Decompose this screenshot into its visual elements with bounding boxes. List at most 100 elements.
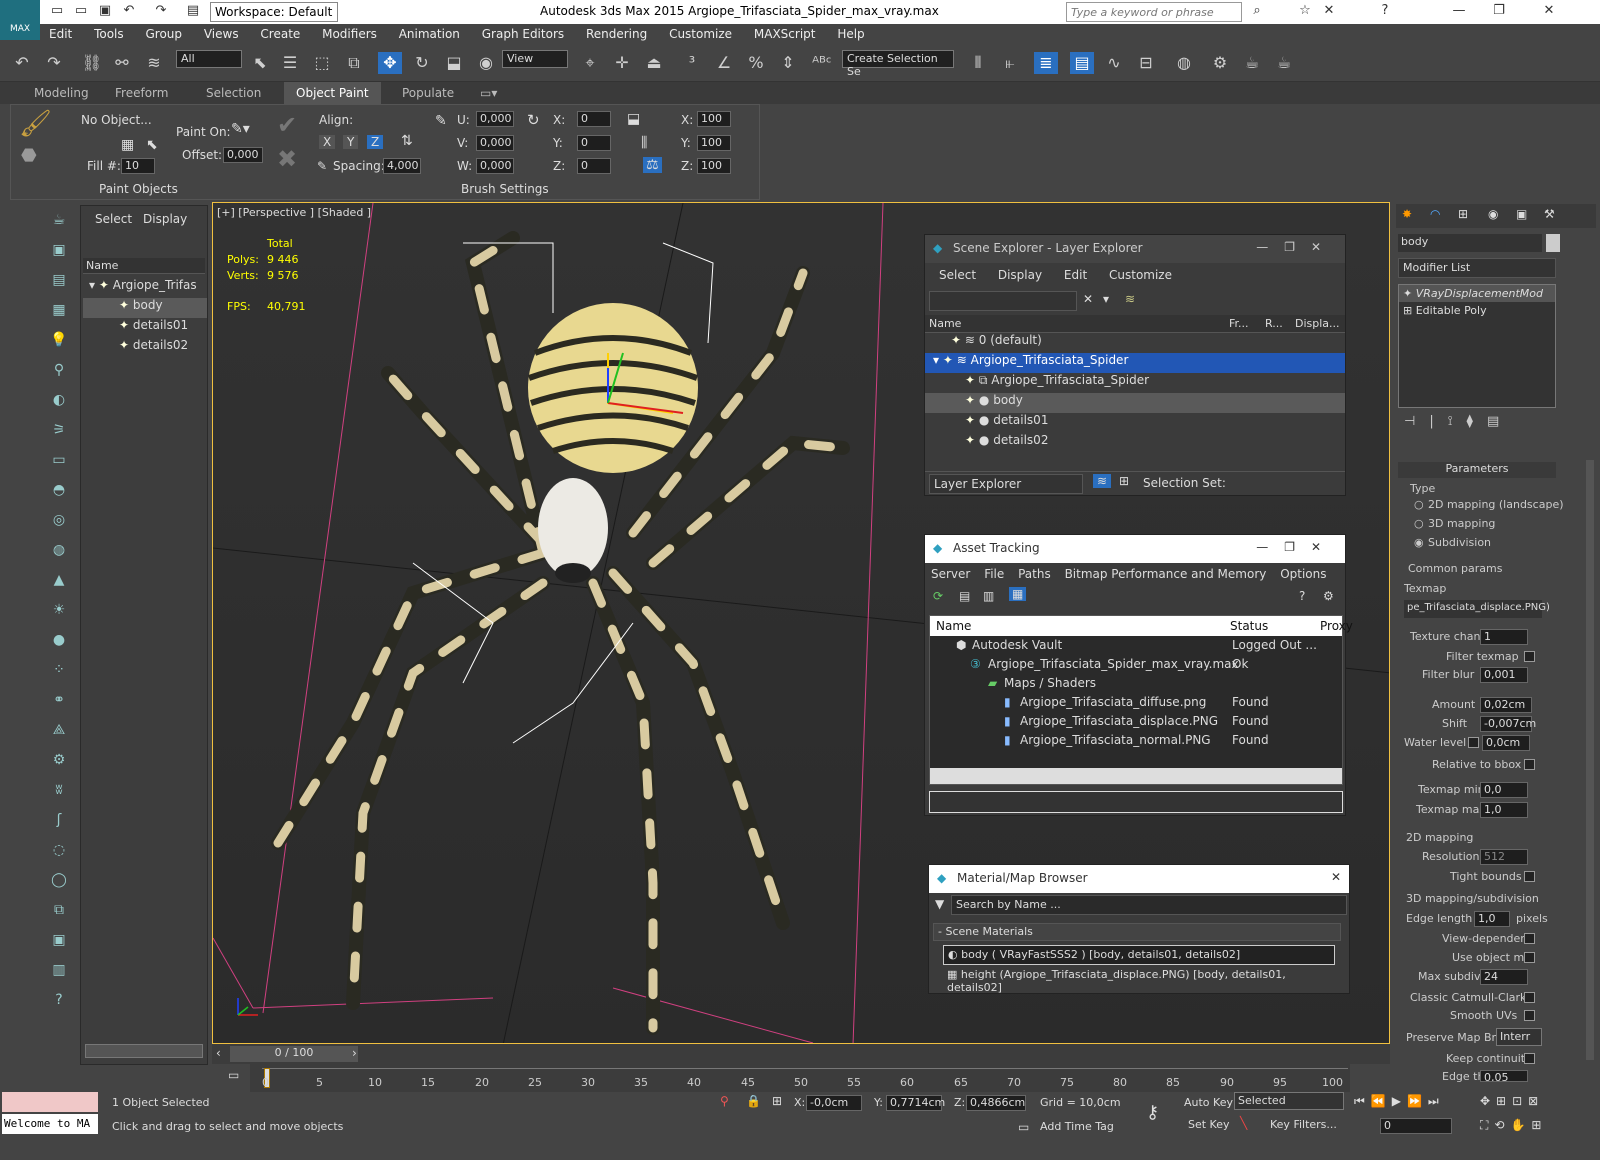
table-row[interactable]: ▮ Argiope_Trifasciata_displace.PNG Found xyxy=(930,712,1342,731)
col-status[interactable]: Status xyxy=(1230,619,1268,633)
select-by-name-icon[interactable]: ☰ xyxy=(278,52,302,74)
render-view-icon[interactable]: ⧉ xyxy=(44,895,74,925)
light-bulb-icon[interactable]: ✦ xyxy=(943,353,953,367)
options-icon[interactable]: ⚙ xyxy=(1323,589,1334,603)
asset-menu-item[interactable]: File xyxy=(984,567,1004,581)
torus-icon[interactable]: ◎ xyxy=(44,505,74,535)
window-crossing-icon[interactable]: ⧉ xyxy=(342,52,366,74)
curve-editor-icon[interactable]: ∿ xyxy=(1102,52,1126,74)
menu-item[interactable]: Graph Editors xyxy=(473,24,573,44)
rot-y-input[interactable]: 0 xyxy=(577,135,611,151)
col-freeze[interactable]: Fr... xyxy=(1229,317,1249,330)
undo-icon[interactable]: ↶ xyxy=(10,52,34,74)
tree-item[interactable]: ✦ details02 xyxy=(83,338,207,358)
asset-h-scrollbar[interactable] xyxy=(930,768,1342,784)
dome-icon[interactable]: ◓ xyxy=(44,475,74,505)
hierarchy-tab-icon[interactable]: ⊞ xyxy=(1458,207,1468,221)
key-icon[interactable]: ⚷ xyxy=(1146,1102,1159,1123)
display-tab-icon[interactable]: ▣ xyxy=(1516,207,1527,221)
texmap-min-input[interactable]: 0,0 xyxy=(1480,782,1528,798)
scale-icon[interactable]: ⬓ xyxy=(627,111,640,127)
y-coord-input[interactable]: 0,7714cm xyxy=(886,1095,945,1111)
layer-menu-item[interactable]: Select xyxy=(939,268,976,282)
axis-z-button[interactable]: Z xyxy=(367,135,384,149)
window-buttons[interactable]: —❐✕ xyxy=(1256,240,1337,254)
help-search-input[interactable]: Type a keyword or phrase xyxy=(1066,2,1242,22)
keep-continuity-checkbox[interactable] xyxy=(1524,1053,1535,1064)
menu-item[interactable]: Customize xyxy=(660,24,741,44)
schematic-view-icon[interactable]: ⊟ xyxy=(1134,52,1158,74)
project-icon[interactable]: ▤ xyxy=(184,3,202,21)
menu-item[interactable]: Group xyxy=(136,24,191,44)
layer-explorer-titlebar[interactable]: ◆ Scene Explorer - Layer Explorer —❐✕ xyxy=(925,235,1345,263)
stack-item[interactable]: ⊞ Editable Poly xyxy=(1399,302,1555,319)
catmull-clark-checkbox[interactable] xyxy=(1524,992,1535,1003)
layer-search-input[interactable] xyxy=(929,291,1077,311)
gear-icon[interactable]: ⚙ xyxy=(44,745,74,775)
rect-select-icon[interactable]: ⬚ xyxy=(310,52,334,74)
add-time-tag-button[interactable]: Add Time Tag xyxy=(1040,1120,1114,1133)
key-mode-dropdown[interactable]: Selected xyxy=(1234,1092,1344,1110)
layer-menu-item[interactable]: Edit xyxy=(1064,268,1087,282)
lightbulb-icon[interactable]: ✦ xyxy=(1403,287,1412,300)
rot-z-input[interactable]: 0 xyxy=(577,158,611,174)
w-input[interactable]: 0,000 xyxy=(476,158,514,174)
paint-objects-group[interactable]: Paint Objects xyxy=(99,182,178,196)
asset-menu-item[interactable]: Server xyxy=(931,567,970,581)
x-coord-input[interactable]: -0,0cm xyxy=(806,1095,862,1111)
table-row[interactable]: ▰ Maps / Shaders xyxy=(930,674,1342,693)
amount-input[interactable]: 0,02cm xyxy=(1480,697,1532,713)
v-input[interactable]: 0,000 xyxy=(476,135,514,151)
hierarchy-icon[interactable]: ⊞ xyxy=(1119,474,1129,488)
angle-snap-icon[interactable]: ∠ xyxy=(712,52,736,74)
auto-key-button[interactable]: Auto Key xyxy=(1184,1096,1233,1109)
water-level-checkbox[interactable] xyxy=(1468,737,1479,748)
paint-on-dropdown[interactable]: ✎▾ xyxy=(231,121,250,137)
expand-plus-icon[interactable]: ⊞ xyxy=(1403,304,1412,317)
camera-icon[interactable]: ⚲ xyxy=(44,355,74,385)
menu-item[interactable]: Tools xyxy=(85,24,133,44)
tree-item[interactable]: ▾ ✦ Argiope_Trifas xyxy=(83,278,207,298)
scale-x-input[interactable]: 100 xyxy=(697,111,731,127)
list-icon[interactable]: ▤ xyxy=(44,265,74,295)
filter-blur-input[interactable]: 0,001 xyxy=(1480,667,1528,683)
texmap-button[interactable]: pe_Trifasciata_displace.PNG) xyxy=(1404,600,1550,618)
abs-mode-icon[interactable]: ⊞ xyxy=(772,1094,782,1108)
pivot-icon[interactable]: ⌖ xyxy=(578,52,602,74)
layer-sort-icon[interactable]: ≋ xyxy=(1093,474,1112,488)
table-row[interactable]: ⬢ Autodesk Vault Logged Out ... xyxy=(930,636,1342,655)
tree-item[interactable]: ✦ details01 xyxy=(83,318,207,338)
command-panel-scrollbar[interactable] xyxy=(1586,460,1594,1060)
set-key-button[interactable]: Set Key xyxy=(1188,1118,1230,1131)
smooth-uvs-checkbox[interactable] xyxy=(1524,1010,1535,1021)
menu-item[interactable]: Views xyxy=(195,24,248,44)
sun-icon[interactable]: ☀ xyxy=(44,595,74,625)
modifier-list-dropdown[interactable]: Modifier List xyxy=(1398,258,1556,278)
tree-item[interactable]: ✦ body xyxy=(83,298,207,318)
menu-item[interactable]: Help xyxy=(828,24,873,44)
material-editor-icon[interactable]: ◍ xyxy=(1172,52,1196,74)
filter-icon[interactable]: ▾ xyxy=(1103,292,1109,306)
redo-icon[interactable]: ↷ xyxy=(42,52,66,74)
maxscript-listener-white[interactable]: Welcome to MA xyxy=(2,1114,98,1134)
paint-objects-icon[interactable]: ⬣ xyxy=(21,145,37,166)
isolate-icon[interactable]: ⚲ xyxy=(720,1094,729,1108)
hair-icon[interactable]: ʃ xyxy=(44,805,74,835)
table-row[interactable]: ✦ ⧉ Argiope_Trifasciata_Spider xyxy=(925,373,1345,393)
time-slider-thumb[interactable]: 0 / 100 xyxy=(230,1046,358,1062)
uniform-scale-icon[interactable]: ⚖ xyxy=(643,157,662,173)
time-tag-icon[interactable]: ▭ xyxy=(1018,1120,1029,1134)
commit-check-icon[interactable]: ✔ xyxy=(277,111,297,139)
geosphere-icon[interactable]: ◍ xyxy=(44,535,74,565)
move-icon[interactable]: ✥ xyxy=(378,52,402,74)
light-bulb-icon[interactable]: ✦ xyxy=(965,413,975,427)
spacing-input[interactable]: 4,000 xyxy=(383,158,421,174)
place-icon[interactable]: ◉ xyxy=(474,52,498,74)
edge-thresh-input[interactable]: 0,05 xyxy=(1480,1070,1528,1082)
texmap-max-input[interactable]: 1,0 xyxy=(1480,802,1528,818)
rotate-icon[interactable]: ↻ xyxy=(410,52,434,74)
current-frame-input[interactable]: 0 xyxy=(1380,1118,1452,1134)
view-dependent-checkbox[interactable] xyxy=(1524,933,1535,944)
material-item[interactable]: ◐ body ( VRayFastSSS2 ) [body, details01… xyxy=(943,945,1335,965)
scene-tab-display[interactable]: Display xyxy=(143,212,187,226)
